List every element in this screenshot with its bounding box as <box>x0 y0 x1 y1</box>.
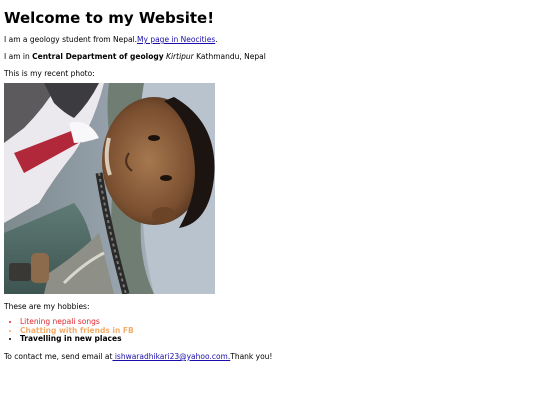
profile-photo <box>4 83 215 294</box>
hobbies-intro: These are my hobbies: <box>4 302 90 311</box>
contact-suffix: Thank you! <box>230 351 273 361</box>
department-name: Central Department of geology <box>32 52 164 61</box>
intro-end: . <box>215 35 218 44</box>
photo-caption: This is my recent photo: <box>4 69 95 78</box>
location-prefix: I am in <box>4 52 33 61</box>
hobby-item: Travelling in new places <box>20 335 534 344</box>
city-name: Kathmandu, Nepal <box>193 52 266 61</box>
location-paragraph: I am in Central Department of geology Ki… <box>4 52 534 61</box>
page-content: Welcome to my Website! I am a geology st… <box>4 0 534 361</box>
contact-paragraph: To contact me, send email at ishwaradhik… <box>4 352 534 361</box>
hobbies-list: Litening nepali songs Chatting with frie… <box>4 317 534 344</box>
intro-paragraph: I am a geology student from Nepal.My pag… <box>4 35 534 44</box>
campus-name: Kirtipur <box>166 52 194 61</box>
email-link[interactable]: ishwaradhikari23@yahoo.com. <box>112 352 230 361</box>
neocities-link[interactable]: My page in Neocities <box>137 35 215 44</box>
page-heading: Welcome to my Website! <box>4 9 215 27</box>
contact-prefix: To contact me, send email at <box>4 351 113 361</box>
intro-text: I am a geology student from Nepal. <box>4 35 138 44</box>
